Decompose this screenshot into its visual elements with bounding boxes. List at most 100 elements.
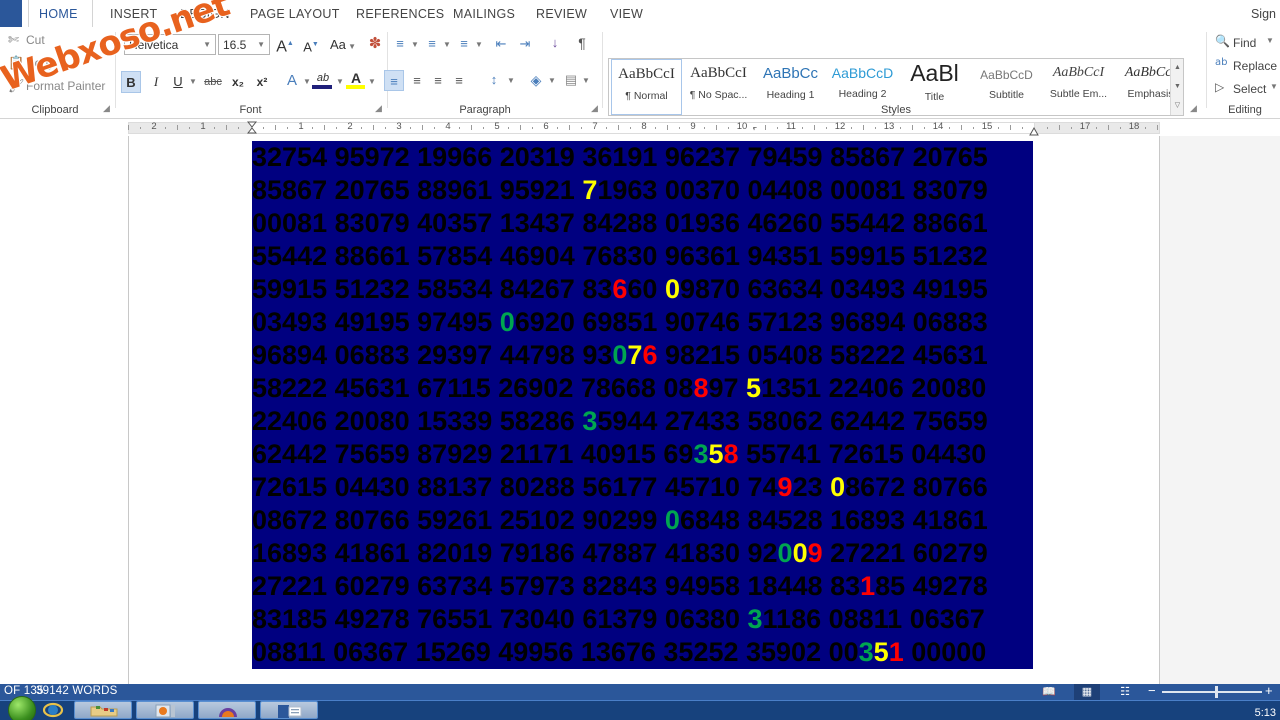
bullets-icon[interactable]: ≡ <box>390 33 410 53</box>
select-icon[interactable]: ▷ <box>1215 80 1224 94</box>
grow-font-button[interactable]: A▲ <box>274 33 296 58</box>
borders-icon[interactable]: ▤ <box>561 69 581 90</box>
change-case-button[interactable]: Aa ▼ <box>328 34 358 58</box>
cut-icon[interactable]: ✄ <box>8 33 19 48</box>
digit-run: 59915 51232 58534 84267 83 <box>252 274 613 304</box>
line-spacing-caret-icon[interactable]: ▼ <box>505 70 517 91</box>
subscript-button[interactable]: x₂ <box>226 71 250 93</box>
clear-formatting-icon[interactable]: ✽ <box>364 33 386 55</box>
tab-review[interactable]: REVIEW <box>526 0 597 27</box>
align-right-icon[interactable]: ≡ <box>428 70 448 91</box>
tab-references[interactable]: REFERENCES <box>346 0 454 27</box>
word-count[interactable]: 39142 WORDS <box>36 685 117 697</box>
sort-icon[interactable]: ↓ <box>545 32 565 52</box>
find-icon[interactable]: 🔍 <box>1215 34 1230 48</box>
italic-button[interactable]: I <box>146 71 166 93</box>
show-marks-icon[interactable]: ¶ <box>572 32 592 52</box>
file-tab-corner[interactable] <box>0 0 22 27</box>
horizontal-ruler[interactable]: 2 1 1 2 3 4 5 6 7 8 9 10 11 12 13 14 15 17 18 ⌜ <box>0 120 1280 136</box>
tab-home[interactable]: HOME <box>28 0 93 27</box>
underline-button[interactable]: U <box>168 71 188 93</box>
page-left-edge <box>128 136 129 684</box>
folder-taskbar-item[interactable] <box>74 701 132 719</box>
media-taskbar-item[interactable] <box>136 701 194 719</box>
decrease-indent-icon[interactable]: ⇤ <box>490 33 512 53</box>
tab-insert[interactable]: INSERT <box>100 0 167 27</box>
superscript-button[interactable]: x² <box>250 71 274 93</box>
print-layout-icon[interactable]: ▦ <box>1074 684 1100 700</box>
read-mode-icon[interactable]: 📖 <box>1036 684 1062 700</box>
replace-button[interactable]: Replace <box>1233 59 1277 73</box>
player-taskbar-item[interactable] <box>198 701 256 719</box>
format-painter-icon[interactable]: 🖌 <box>8 79 25 94</box>
font-color-swatch[interactable] <box>346 85 365 89</box>
underline-caret-icon[interactable]: ▼ <box>186 71 200 93</box>
align-center-icon[interactable]: ≡ <box>407 70 427 91</box>
line-spacing-icon[interactable]: ↕ <box>484 69 504 90</box>
styles-scroll-up-icon[interactable]: ▲ <box>1171 59 1184 77</box>
clipboard-dialog-launcher[interactable]: ◢ <box>103 103 110 114</box>
zoom-in-button[interactable]: + <box>1265 683 1273 698</box>
document-line: 32754 95972 19966 20319 36191 96237 7945… <box>252 141 1033 174</box>
tab-view[interactable]: VIEW <box>600 0 653 27</box>
copy-button[interactable]: Copy <box>26 56 54 70</box>
zoom-out-button[interactable]: − <box>1148 683 1156 698</box>
digit-run: 83185 49278 76551 73040 61379 06380 <box>252 604 748 634</box>
styles-scroll-down-icon[interactable]: ▼ <box>1171 78 1184 96</box>
start-orb-icon[interactable] <box>8 696 36 720</box>
highlight-icon[interactable]: ab <box>312 67 334 85</box>
ruler-tick <box>1096 127 1097 129</box>
bold-button[interactable]: B <box>121 71 141 93</box>
text-effects-icon[interactable]: A <box>282 70 302 92</box>
document-line: 58222 45631 67115 26902 78668 08897 5135… <box>252 372 1033 405</box>
select-caret-icon[interactable]: ▼ <box>1270 82 1278 91</box>
font-size-caret-icon[interactable]: ▼ <box>257 35 265 54</box>
copy-icon[interactable]: 📋 <box>8 56 24 71</box>
replace-icon[interactable]: ab <box>1215 57 1227 68</box>
zoom-slider[interactable] <box>1162 691 1262 693</box>
web-layout-icon[interactable]: ☷ <box>1112 684 1138 700</box>
word-taskbar-item[interactable] <box>260 701 318 719</box>
multilevel-list-icon[interactable]: ≡ <box>454 33 474 53</box>
numbering-caret-icon[interactable]: ▼ <box>441 34 453 54</box>
zoom-slider-handle[interactable] <box>1215 686 1218 698</box>
bullets-caret-icon[interactable]: ▼ <box>409 34 421 54</box>
sign-in-button[interactable]: Sign <box>1251 0 1276 27</box>
font-size-combo[interactable]: 16.5 ▼ <box>218 34 270 55</box>
font-dialog-launcher[interactable]: ◢ <box>375 103 382 114</box>
document-text-selection[interactable]: 32754 95972 19966 20319 36191 96237 7945… <box>252 141 1033 669</box>
document-page[interactable]: 32754 95972 19966 20319 36191 96237 7945… <box>128 136 1160 684</box>
taskbar-clock[interactable]: 5:13 <box>1255 707 1276 719</box>
ruler-tick <box>1108 125 1109 130</box>
shrink-font-button[interactable]: A▼ <box>300 34 322 58</box>
numbering-icon[interactable]: ≡ <box>422 33 442 53</box>
select-button[interactable]: Select <box>1233 82 1266 96</box>
font-color-caret-icon[interactable]: ▼ <box>366 71 378 93</box>
tab-design[interactable]: DESIGN <box>170 0 240 27</box>
tab-page-layout[interactable]: PAGE LAYOUT <box>240 0 350 27</box>
font-name-caret-icon[interactable]: ▼ <box>203 35 211 54</box>
strikethrough-button[interactable]: abc <box>200 71 226 93</box>
align-left-icon[interactable]: ≡ <box>384 70 404 91</box>
paragraph-dialog-launcher[interactable]: ◢ <box>591 103 598 114</box>
tab-mailings[interactable]: MAILINGS <box>443 0 525 27</box>
first-line-indent-marker[interactable] <box>246 121 258 134</box>
justify-icon[interactable]: ≡ <box>449 70 469 91</box>
shading-icon[interactable]: ◈ <box>525 69 547 90</box>
internet-explorer-icon[interactable] <box>42 701 64 719</box>
format-painter-button[interactable]: Format Painter <box>26 79 105 93</box>
font-name-combo[interactable]: Helvetica ▼ <box>124 34 216 55</box>
find-button[interactable]: Find <box>1233 36 1256 50</box>
highlight-color-swatch[interactable] <box>312 85 332 89</box>
styles-dialog-launcher[interactable]: ◢ <box>1190 103 1197 114</box>
find-caret-icon[interactable]: ▼ <box>1266 36 1274 45</box>
shading-caret-icon[interactable]: ▼ <box>546 70 558 91</box>
highlight-caret-icon[interactable]: ▼ <box>334 71 346 93</box>
borders-caret-icon[interactable]: ▼ <box>580 70 592 91</box>
document-canvas[interactable]: 32754 95972 19966 20319 36191 96237 7945… <box>0 136 1280 684</box>
multilevel-caret-icon[interactable]: ▼ <box>473 34 485 54</box>
font-color-icon[interactable]: A <box>346 67 366 86</box>
tab-view-label: VIEW <box>610 7 644 21</box>
cut-button[interactable]: Cut <box>26 33 45 47</box>
increase-indent-icon[interactable]: ⇥ <box>514 33 536 53</box>
